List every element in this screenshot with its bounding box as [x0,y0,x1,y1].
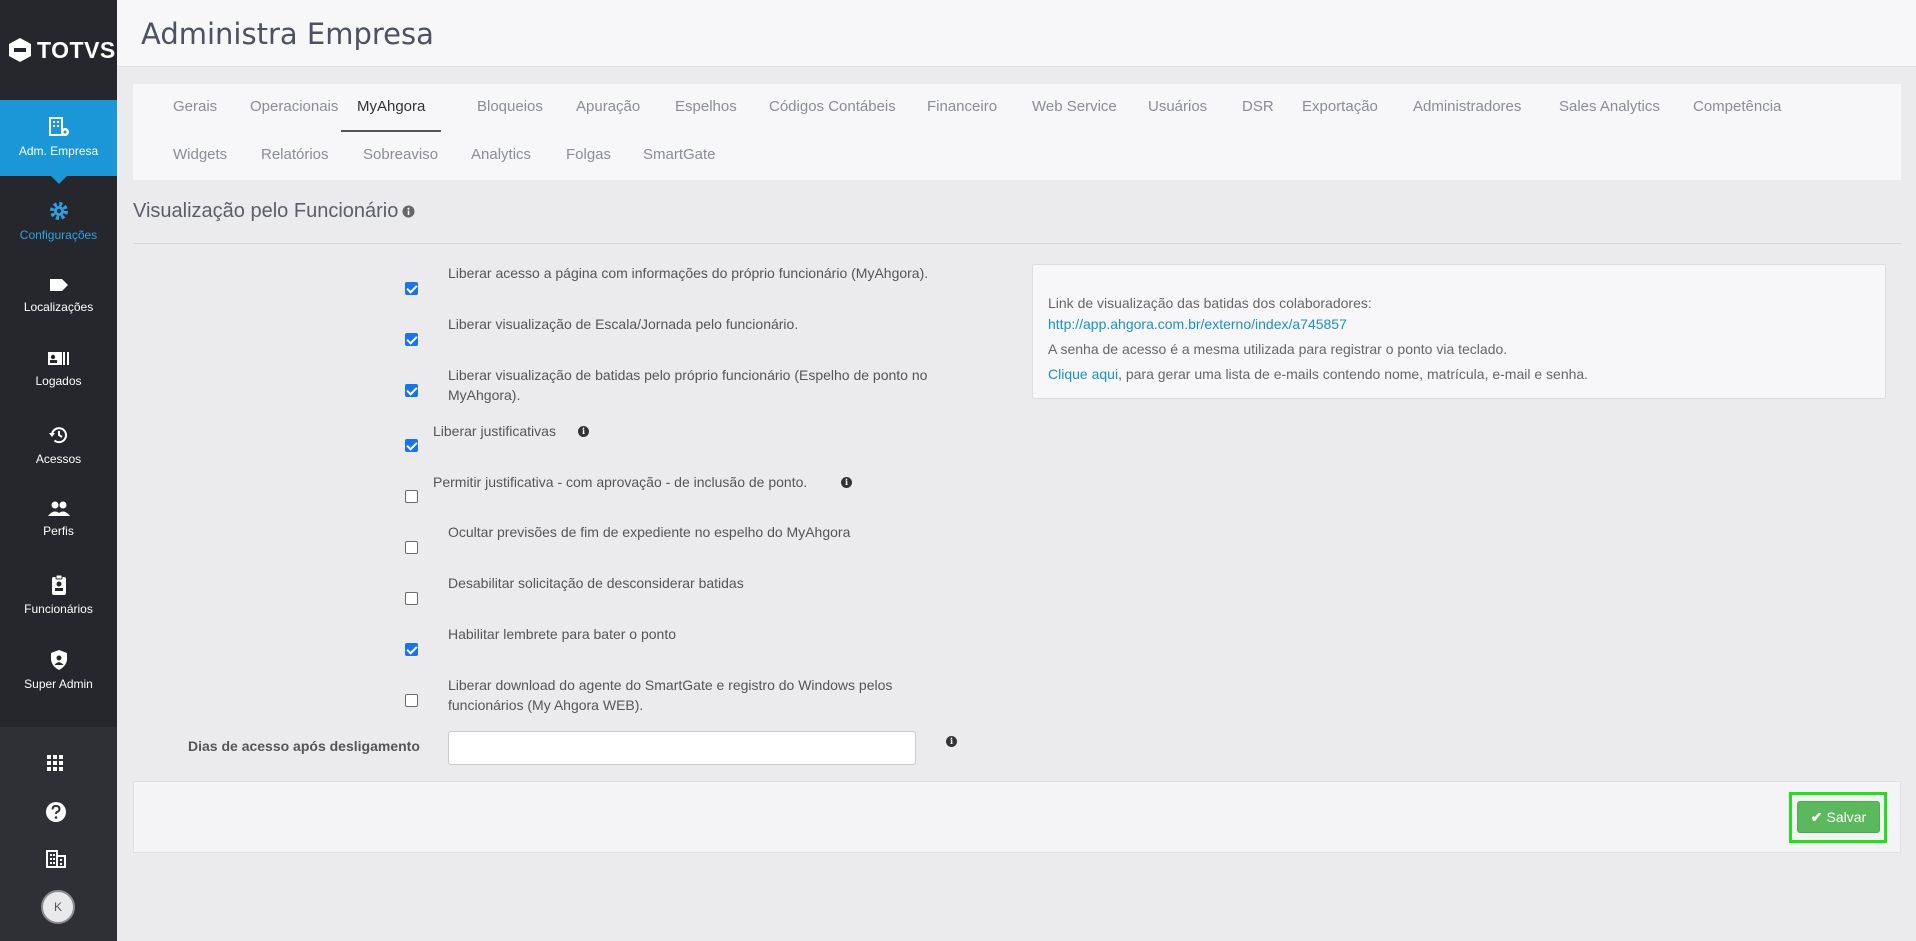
info-text: A senha de acesso é a mesma utilizada pa… [1048,341,1508,357]
tag-icon [49,279,68,291]
divider [133,243,1901,244]
info-icon[interactable]: i [841,477,852,488]
checkbox-ocultar-previsoes[interactable] [405,541,418,554]
tab-relatorios[interactable]: Relatórios [261,146,329,163]
tab-espelhos[interactable]: Espelhos [675,98,737,115]
checkbox-justificativas[interactable] [405,439,418,452]
sidebar-item-logados[interactable]: Logados [0,350,117,388]
sidebar-item-label: Funcionários [24,602,93,616]
logo-text: TOTVS [37,36,116,63]
help-icon[interactable] [45,801,67,823]
tab-operacionais[interactable]: Operacionais [250,98,338,115]
info-text: Link de visualização das batidas dos col… [1048,295,1372,311]
tab-myahgora[interactable]: MyAhgora [341,98,442,132]
checkbox-lembrete-ponto[interactable] [405,643,418,656]
checkbox-escala-jornada[interactable] [405,333,418,346]
info-icon[interactable] [402,205,415,218]
option-label: Liberar acesso a página com informações … [448,265,929,281]
option-label: Liberar visualização de Escala/Jornada p… [448,316,799,332]
tab-competencia[interactable]: Competência [1693,98,1781,115]
sidebar-item-label: Logados [35,374,82,388]
tabs-bar: Gerais Operacionais MyAhgora Bloqueios A… [133,84,1901,180]
tab-financeiro[interactable]: Financeiro [927,98,997,115]
sidebar-item-adm-empresa[interactable]: Adm. Empresa [0,100,117,184]
option-label: Liberar visualização de batidas pelo pró… [448,367,928,403]
tab-smartgate[interactable]: SmartGate [643,146,716,163]
tab-widgets[interactable]: Widgets [173,146,227,163]
totvs-logo[interactable]: TOTVS [0,0,117,100]
info-icon[interactable]: i [578,426,589,437]
shield-user-icon [50,650,67,670]
info-box: Link de visualização das batidas dos col… [1032,264,1886,399]
sidebar-item-label: Adm. Empresa [18,144,99,158]
sidebar-item-configuracoes[interactable]: Configurações [0,200,117,242]
option-label: Ocultar previsões de fim de expediente n… [448,524,851,540]
form-footer [133,781,1901,853]
info-text: Clique aqui, para gerar uma lista de e-m… [1048,366,1589,382]
sidebar-item-label: Acessos [35,452,82,466]
sidebar-item-label: Perfis [43,524,74,538]
avatar[interactable]: K [41,890,75,924]
tab-gerais[interactable]: Gerais [173,98,217,115]
checkbox-smartgate-download[interactable] [405,694,418,707]
tab-analytics[interactable]: Analytics [471,146,531,163]
sidebar-item-label: Localizações [23,300,94,314]
option-label: Liberar download do agente do SmartGate … [448,677,893,713]
check-icon: ✔ [1810,808,1823,825]
company-icon[interactable] [46,850,66,868]
checkbox-myahgora-access[interactable] [405,282,418,295]
tab-dsr[interactable]: DSR [1242,98,1274,115]
history-icon [48,427,67,444]
tab-folgas[interactable]: Folgas [566,146,611,163]
building-gear-icon [48,117,69,136]
page-title: Administra Empresa [141,17,434,51]
section-title: Visualização pelo Funcionário [133,200,415,223]
dias-acesso-label: Dias de acesso após desligamento [188,738,420,754]
option-label: Desabilitar solicitação de desconsiderar… [448,575,744,591]
save-button[interactable]: ✔ Salvar [1797,801,1880,833]
dias-acesso-input[interactable] [448,731,916,765]
tab-usuarios[interactable]: Usuários [1148,98,1207,115]
info-icon[interactable]: i [946,736,957,747]
clique-aqui-link[interactable]: Clique aqui [1048,366,1118,382]
apps-grid-icon[interactable] [46,754,64,772]
tab-exportacao[interactable]: Exportação [1302,98,1378,115]
option-label: Permitir justificativa - com aprovação -… [433,474,808,490]
sidebar-item-funcionarios[interactable]: Funcionários [0,574,117,616]
clipboard-user-icon [51,574,66,595]
tab-apuracao[interactable]: Apuração [576,98,640,115]
sidebar-item-label: Super Admin [24,677,93,691]
sidebar-item-localizacoes[interactable]: Localizações [0,276,117,314]
external-link[interactable]: http://app.ahgora.com.br/externo/index/a… [1048,316,1347,332]
checkbox-desconsiderar-batidas[interactable] [405,592,418,605]
id-card-icon [47,352,69,365]
tab-administradores[interactable]: Administradores [1413,98,1521,115]
page-header: Administra Empresa [117,0,1916,67]
checkbox-batidas-espelho[interactable] [405,384,418,397]
sidebar-item-perfis[interactable]: Perfis [0,500,117,538]
sidebar: TOTVS Adm. Empresa Configurações Localiz… [0,0,117,941]
checkbox-justificativa-inclusao[interactable] [405,490,418,503]
sidebar-item-label: Configurações [19,228,98,242]
option-label: Liberar justificativas [433,423,556,439]
option-label: Habilitar lembrete para bater o ponto [448,626,677,642]
tab-bloqueios[interactable]: Bloqueios [477,98,543,115]
totvs-logo-icon [9,38,31,62]
sidebar-item-super-admin[interactable]: Super Admin [0,649,117,691]
tab-web-service[interactable]: Web Service [1032,98,1117,115]
tab-codigos-contabeis[interactable]: Códigos Contábeis [769,98,896,115]
users-icon [47,501,70,516]
sidebar-item-acessos[interactable]: Acessos [0,424,117,466]
tab-sobreaviso[interactable]: Sobreaviso [363,146,438,163]
tab-sales-analytics[interactable]: Sales Analytics [1559,98,1660,115]
gear-icon [49,202,68,220]
